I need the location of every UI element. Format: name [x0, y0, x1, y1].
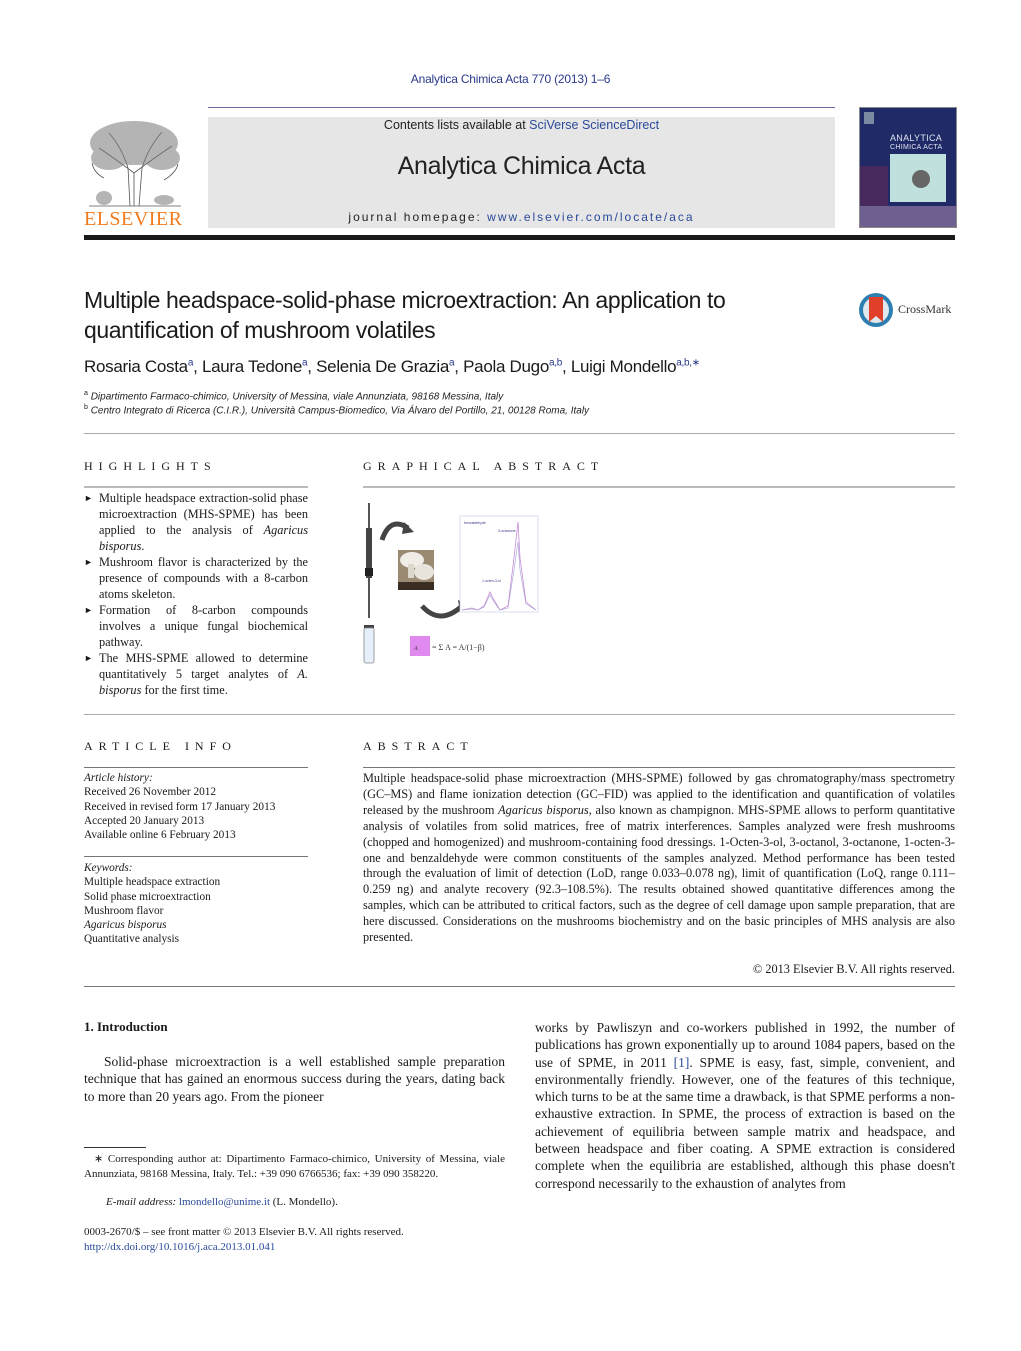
contents-line: Contents lists available at SciVerse Sci… [383, 118, 660, 132]
journal-title: Analytica Chimica Acta [397, 152, 646, 180]
header-rule [208, 107, 835, 108]
abstract-heading: ABSTRACT [363, 739, 474, 753]
highlights-heading: HIGHLIGHTS [84, 459, 217, 473]
divider [84, 856, 308, 857]
keyword: Multiple headspace extraction [84, 876, 221, 889]
header-thick-rule [84, 235, 955, 240]
crossmark-button[interactable]: CrossMark [858, 290, 958, 330]
vial-icon [363, 625, 375, 664]
intro-right-column: works by Pawliszyn and co-workers publis… [535, 1020, 955, 1191]
author-list: Rosaria Costaa, Laura Tedonea, Selenia D… [84, 357, 700, 376]
chromatogram-label: 1-octen-3-ol [482, 579, 501, 583]
affiliation-a: a Dipartimento Farmaco-chimico, Universi… [84, 390, 504, 403]
footnote-rule [84, 1147, 146, 1148]
front-matter-line: 0003-2670/$ – see front matter © 2013 El… [84, 1226, 404, 1238]
divider [84, 767, 308, 768]
author[interactable]: Luigi Mondelloa,b,∗ [571, 357, 700, 376]
divider [363, 486, 955, 488]
corresponding-author-note: ∗ Corresponding author at: Dipartimento … [84, 1153, 505, 1180]
divider [84, 486, 308, 488]
highlight-item: ► Formation of 8-carbon compounds involve… [84, 603, 308, 649]
highlight-item: ► The MHS-SPME allowed to determine quant… [84, 651, 308, 697]
elsevier-wordmark: ELSEVIER [84, 208, 183, 230]
email-line: E-mail address: lmondello@unime.it (L. M… [106, 1196, 338, 1208]
cover-figure [890, 154, 946, 202]
doi-link[interactable]: http://dx.doi.org/10.1016/j.aca.2013.01.… [84, 1241, 275, 1253]
author[interactable]: Paola Dugoa,b [463, 357, 562, 376]
cover-title: ANALYTICA CHIMICA ACTA [890, 133, 943, 152]
svg-text:= Σ A = A/(1−β): = Σ A = A/(1−β) [432, 643, 485, 652]
highlight-item: ► Multiple headspace extraction-solid pha… [84, 491, 308, 553]
article-history: Article history: Received 26 November 20… [84, 771, 308, 842]
bullet-icon: ► [84, 605, 93, 615]
highlights-list: ► Multiple headspace extraction-solid pha… [84, 490, 308, 698]
author[interactable]: Rosaria Costaa [84, 357, 193, 376]
reference-link[interactable]: [1] [674, 1055, 690, 1070]
keywords: Keywords: Multiple headspace extraction … [84, 861, 308, 947]
history-entry: Accepted 20 January 2013 [84, 814, 205, 827]
doi-line: http://dx.doi.org/10.1016/j.aca.2013.01.… [84, 1240, 505, 1255]
sciencedirect-link[interactable]: SciVerse ScienceDirect [529, 118, 659, 132]
chromatogram-chart: benzaldehyde 3-octanone 1-octen-3-ol [459, 515, 539, 613]
homepage-link[interactable]: www.elsevier.com/locate/aca [487, 210, 694, 224]
bullet-icon: ► [84, 493, 93, 503]
article-info-heading: ARTICLE INFO [84, 739, 237, 753]
cover-logo-icon [864, 112, 874, 124]
bullet-icon: ► [84, 557, 93, 567]
chromatogram-label: 3-octanone [498, 529, 516, 533]
email-link[interactable]: lmondello@unime.it [179, 1196, 270, 1208]
curved-arrow-icon [420, 604, 464, 619]
history-entry: Received in revised form 17 January 2013 [84, 800, 276, 813]
highlight-item: ► Mushroom flavor is characterized by the… [84, 555, 308, 601]
intro-left-column: Solid-phase microextraction is a well es… [84, 1054, 505, 1104]
divider [363, 767, 955, 768]
keyword: Agaricus bisporus [84, 919, 167, 932]
keyword: Quantitative analysis [84, 933, 180, 946]
keyword: Solid phase microextraction [84, 890, 211, 903]
abstract-body: Multiple headspace-solid phase microextr… [363, 771, 956, 945]
graphical-abstract-heading: GRAPHICAL ABSTRACT [363, 459, 605, 473]
journal-cover-image: ANALYTICA CHIMICA ACTA [859, 107, 957, 228]
divider [84, 433, 955, 434]
author[interactable]: Selenia De Graziaa [316, 357, 454, 376]
divider [84, 986, 955, 987]
homepage-line: journal homepage: www.elsevier.com/locat… [348, 210, 695, 224]
affiliation-b: b Centro Integrato di Ricerca (C.I.R.), … [84, 404, 590, 417]
crossmark-icon [859, 293, 893, 327]
article-title: Multiple headspace-solid-phase microextr… [84, 287, 726, 343]
section-heading-introduction: 1. Introduction [84, 1019, 168, 1034]
graphical-abstract-figure: benzaldehyde 3-octanone 1-octen-3-ol A =… [360, 498, 560, 668]
mushroom-photo [398, 550, 434, 590]
spme-fiber-icon [365, 503, 373, 618]
history-entry: Available online 6 February 2013 [84, 829, 236, 842]
history-entry: Received 26 November 2012 [84, 786, 217, 799]
abstract-copyright: © 2013 Elsevier B.V. All rights reserved… [752, 962, 955, 976]
journal-reference[interactable]: Analytica Chimica Acta 770 (2013) 1–6 [0, 72, 1021, 86]
divider [84, 714, 955, 715]
keyword: Mushroom flavor [84, 904, 164, 917]
bullet-icon: ► [84, 653, 93, 663]
svg-text:A: A [413, 646, 418, 652]
author[interactable]: Laura Tedonea [202, 357, 308, 376]
chromatogram-label: benzaldehyde [464, 521, 486, 525]
mhs-formula: A = Σ A = A/(1−β) [410, 636, 485, 656]
